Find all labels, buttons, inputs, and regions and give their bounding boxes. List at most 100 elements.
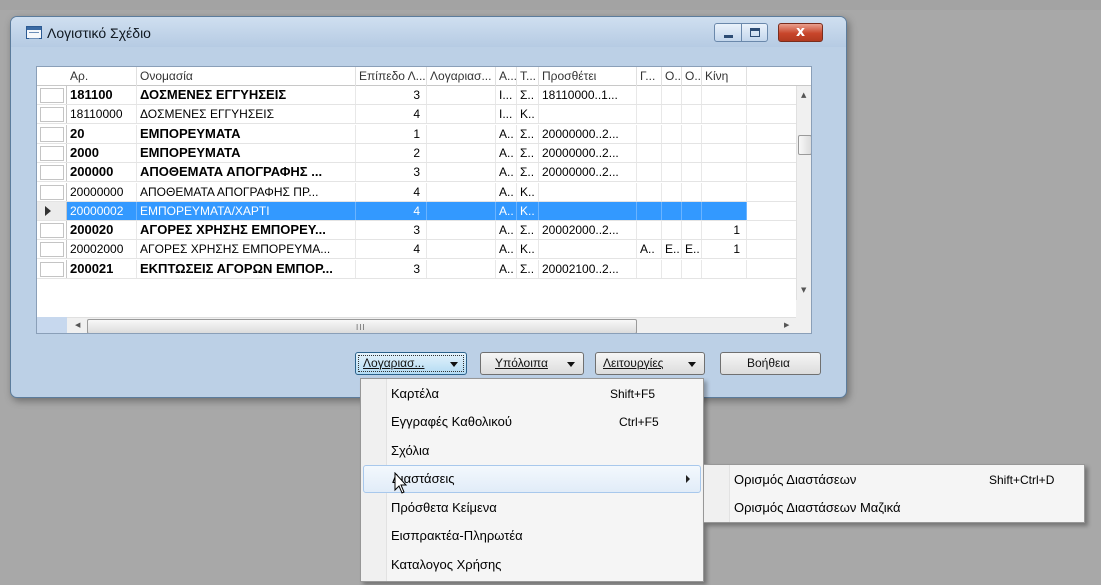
row-selector[interactable]: [37, 201, 67, 220]
cell-g[interactable]: [637, 201, 662, 220]
account-menu-button[interactable]: Λογαριασ...: [355, 352, 467, 375]
row-selector[interactable]: [37, 124, 67, 143]
cell-a[interactable]: A..: [496, 182, 517, 201]
cell-adds[interactable]: [539, 240, 637, 259]
column-header-o1[interactable]: Ο...: [662, 67, 682, 86]
column-header-name[interactable]: Ονομασία: [137, 67, 356, 86]
table-row[interactable]: 200000 ΑΠΟΘΕΜΑΤΑ ΑΠΟΓΡΑΦΗΣ ... 3 A.. Σ.. 2000…: [37, 163, 797, 183]
horizontal-scrollbar[interactable]: ◀ III ▶: [67, 317, 796, 333]
cell-k[interactable]: [702, 105, 747, 124]
row-selector[interactable]: [37, 259, 67, 278]
cell-no[interactable]: 2000: [67, 143, 137, 162]
cell-a[interactable]: I...: [496, 105, 517, 124]
cell-name[interactable]: ΕΜΠΟΡΕΥΜΑΤΑ: [137, 143, 356, 162]
cell-no[interactable]: 20000002: [67, 201, 137, 220]
close-button[interactable]: x: [778, 23, 823, 42]
cell-a[interactable]: I...: [496, 86, 517, 104]
cell-k[interactable]: [702, 124, 747, 143]
cell-t[interactable]: Σ..: [517, 143, 539, 162]
cell-no[interactable]: 20000000: [67, 182, 137, 201]
cell-t[interactable]: Σ..: [517, 124, 539, 143]
cell-o2[interactable]: [682, 124, 702, 143]
cell-g[interactable]: [637, 105, 662, 124]
cell-o1[interactable]: [662, 259, 682, 278]
column-header-o2[interactable]: Ο...: [682, 67, 702, 86]
horizontal-scroll-thumb[interactable]: III: [87, 319, 637, 333]
cell-level[interactable]: 4: [356, 105, 427, 124]
table-row[interactable]: 181100 ΔΟΣΜΕΝΕΣ ΕΓΓΥΗΣΕΙΣ 3 I... Σ.. 18110000…: [37, 86, 797, 105]
cell-k[interactable]: [702, 143, 747, 162]
column-header-no[interactable]: Αρ.: [67, 67, 137, 86]
title-bar[interactable]: Λογιστικό Σχέδιο x: [11, 17, 846, 47]
cell-adds[interactable]: 20000000..2...: [539, 143, 637, 162]
cell-o1[interactable]: E..: [662, 240, 682, 259]
cell-adds[interactable]: 20002000..2...: [539, 221, 637, 240]
submenu-item-bulk-dimensions[interactable]: Ορισμός Διαστάσεων Μαζικά: [706, 494, 1082, 522]
row-selector[interactable]: [37, 86, 67, 104]
cell-o2[interactable]: [682, 143, 702, 162]
column-header-account[interactable]: Λογαριασ...: [427, 67, 496, 86]
row-selector[interactable]: [37, 240, 67, 259]
balances-menu-button[interactable]: Υπόλοιπα: [480, 352, 584, 375]
table-row[interactable]: 20002000 ΑΓΟΡΕΣ ΧΡΗΣΗΣ ΕΜΠΟΡΕΥΜΑ... 4 A.. K.…: [37, 240, 797, 260]
cell-k[interactable]: [702, 182, 747, 201]
maximize-button[interactable]: [741, 23, 768, 42]
cell-o1[interactable]: [662, 201, 682, 220]
cell-o2[interactable]: [682, 163, 702, 182]
cell-o1[interactable]: [662, 163, 682, 182]
cell-no[interactable]: 20002000: [67, 240, 137, 259]
cell-g[interactable]: A..: [637, 240, 662, 259]
cell-t[interactable]: K..: [517, 240, 539, 259]
cell-name[interactable]: ΕΜΠΟΡΕΥΜΑΤΑ: [137, 124, 356, 143]
functions-menu-button[interactable]: Λειτουργίες: [595, 352, 705, 375]
submenu-item-define-dimensions[interactable]: Ορισμός Διαστάσεων Shift+Ctrl+D: [706, 466, 1082, 494]
table-row[interactable]: 2000 ΕΜΠΟΡΕΥΜΑΤΑ 2 A.. Σ.. 20000000..2...: [37, 143, 797, 163]
cell-a[interactable]: A..: [496, 259, 517, 278]
menu-item-receivables-payables[interactable]: Εισπρακτέα-Πληρωτέα: [363, 522, 701, 550]
cell-level[interactable]: 3: [356, 221, 427, 240]
cell-g[interactable]: [637, 163, 662, 182]
cell-o1[interactable]: [662, 221, 682, 240]
cell-adds[interactable]: 20000000..2...: [539, 124, 637, 143]
cell-level[interactable]: 3: [356, 163, 427, 182]
cell-o2[interactable]: [682, 182, 702, 201]
cell-acc[interactable]: [427, 240, 496, 259]
cell-acc[interactable]: [427, 182, 496, 201]
minimize-button[interactable]: [714, 23, 742, 42]
cell-k[interactable]: [702, 259, 747, 278]
cell-name[interactable]: ΔΟΣΜΕΝΕΣ ΕΓΓΥΗΣΕΙΣ: [137, 105, 356, 124]
cell-t[interactable]: Σ..: [517, 259, 539, 278]
scroll-down-icon[interactable]: ▼: [801, 286, 806, 294]
cell-a[interactable]: A..: [496, 201, 517, 220]
menu-item-extra-texts[interactable]: Πρόσθετα Κείμενα: [363, 494, 701, 522]
cell-name[interactable]: ΑΠΟΘΕΜΑΤΑ ΑΠΟΓΡΑΦΗΣ ΠΡ...: [137, 182, 356, 201]
cell-no[interactable]: 200020: [67, 221, 137, 240]
cell-adds[interactable]: [539, 201, 637, 220]
menu-item-usage-list[interactable]: Καταλογος Χρήσης: [363, 551, 701, 579]
cell-g[interactable]: [637, 143, 662, 162]
menu-item-dimensions[interactable]: Διαστάσεις: [363, 465, 701, 493]
cell-g[interactable]: [637, 124, 662, 143]
row-selector[interactable]: [37, 143, 67, 162]
cell-level[interactable]: 3: [356, 259, 427, 278]
cell-o2[interactable]: [682, 259, 702, 278]
cell-adds[interactable]: [539, 182, 637, 201]
cell-acc[interactable]: [427, 124, 496, 143]
cell-no[interactable]: 18110000: [67, 105, 137, 124]
cell-o2[interactable]: [682, 201, 702, 220]
cell-name[interactable]: ΑΓΟΡΕΣ ΧΡΗΣΗΣ ΕΜΠΟΡΕΥΜΑ...: [137, 240, 356, 259]
cell-level[interactable]: 4: [356, 182, 427, 201]
help-button[interactable]: Βοήθεια: [720, 352, 821, 375]
cell-k[interactable]: [702, 201, 747, 220]
table-row[interactable]: 20000002 ΕΜΠΟΡΕΥΜΑΤΑ/ΧΑΡΤΙ 4 A.. K..: [37, 201, 797, 221]
cell-acc[interactable]: [427, 143, 496, 162]
cell-acc[interactable]: [427, 105, 496, 124]
cell-acc[interactable]: [427, 201, 496, 220]
cell-name[interactable]: ΕΚΠΤΩΣΕΙΣ ΑΓΟΡΩΝ ΕΜΠΟΡ...: [137, 259, 356, 278]
cell-acc[interactable]: [427, 163, 496, 182]
cell-level[interactable]: 2: [356, 143, 427, 162]
cell-acc[interactable]: [427, 259, 496, 278]
cell-a[interactable]: A..: [496, 143, 517, 162]
accounts-grid[interactable]: Αρ. Ονομασία Επίπεδο Λ... Λογαριασ... Α.…: [36, 66, 812, 334]
table-row[interactable]: 200021 ΕΚΠΤΩΣΕΙΣ ΑΓΟΡΩΝ ΕΜΠΟΡ... 3 A.. Σ.. 20…: [37, 259, 797, 279]
